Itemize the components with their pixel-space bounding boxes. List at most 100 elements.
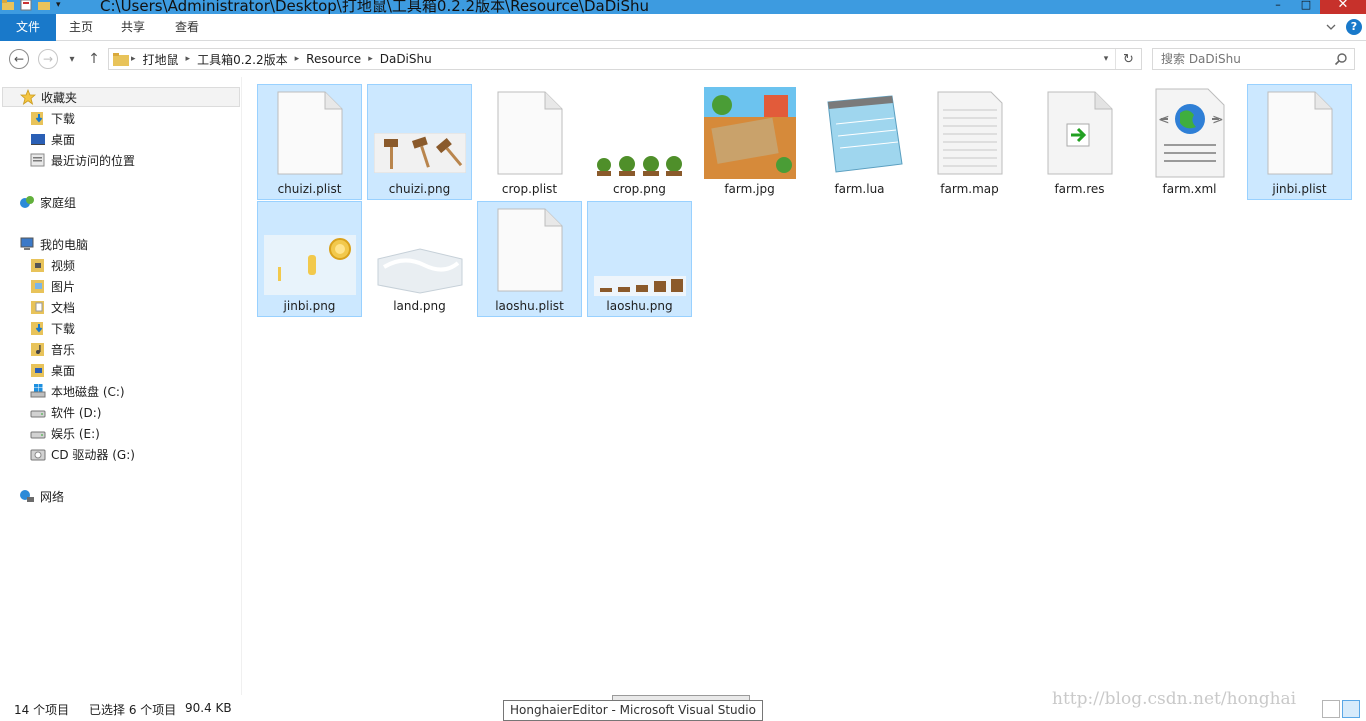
expand-ribbon-icon[interactable]	[1324, 20, 1338, 34]
window-title: C:\Users\Administrator\Desktop\打地鼠\工具箱0.…	[100, 0, 649, 14]
file-name: farm.lua	[834, 182, 885, 196]
svg-text:>: >	[1212, 112, 1224, 128]
tab-file[interactable]: 文件	[0, 14, 56, 41]
recent-places-icon	[30, 153, 45, 167]
file-tile[interactable]: chuizi.png	[367, 84, 472, 200]
sidebar-item-drive-c[interactable]: 本地磁盘 (C:)	[30, 381, 125, 401]
tab-share[interactable]: 共享	[108, 14, 158, 41]
file-view: chuizi.plist chuizi.png crop.plist crop.…	[243, 77, 1366, 695]
address-bar[interactable]: ▸ 打地鼠 ▸ 工具箱0.2.2版本 ▸ Resource ▸ DaDiShu …	[108, 48, 1142, 70]
file-tile[interactable]: chuizi.plist	[257, 84, 362, 200]
window-controls: – □ ✕	[1264, 0, 1366, 14]
breadcrumb-item[interactable]: Resource	[301, 52, 366, 66]
tab-view[interactable]: 查看	[162, 14, 212, 41]
taskbar-tooltip: HonghaierEditor - Microsoft Visual Studi…	[503, 700, 763, 721]
up-button[interactable]: ↑	[87, 49, 101, 69]
file-tile[interactable]: farm.jpg	[697, 84, 802, 200]
folder-icon[interactable]	[2, 0, 14, 11]
back-button[interactable]: ←	[9, 49, 29, 69]
file-tile[interactable]: jinbi.png	[257, 201, 362, 317]
selection-size: 90.4 KB	[185, 701, 232, 715]
file-name: farm.res	[1054, 182, 1105, 196]
network-icon	[20, 490, 34, 502]
blank-file-icon	[1248, 87, 1351, 179]
forward-button[interactable]: →	[38, 49, 58, 69]
properties-icon[interactable]	[20, 0, 32, 11]
sidebar-item-videos[interactable]: 视频	[30, 255, 75, 275]
sidebar-item-homegroup[interactable]: 家庭组	[19, 192, 76, 212]
file-name: chuizi.plist	[277, 182, 342, 196]
large-icons-view-icon[interactable]	[1342, 700, 1360, 718]
farm-image-icon	[698, 87, 801, 179]
sidebar-item-desktop[interactable]: 桌面	[30, 129, 75, 149]
file-name: laoshu.plist	[495, 299, 564, 313]
new-folder-icon[interactable]	[38, 0, 50, 11]
sidebar-item-downloads[interactable]: 下载	[30, 108, 75, 128]
file-name: farm.xml	[1162, 182, 1217, 196]
svg-text:<: <	[1158, 112, 1170, 128]
watermark: http://blog.csdn.net/honghai	[1052, 689, 1297, 709]
search-input[interactable]	[1153, 49, 1328, 69]
sidebar-item-label: CD 驱动器 (G:)	[51, 447, 135, 462]
sidebar-item-label: 家庭组	[40, 195, 77, 210]
breadcrumb-separator-icon[interactable]: ▸	[129, 54, 138, 64]
item-count: 14 个项目	[14, 703, 70, 717]
sidebar-item-computer[interactable]: 我的电脑	[19, 234, 88, 254]
sidebar-item-favorites[interactable]: 收藏夹	[2, 87, 240, 107]
sidebar-item-drive-d[interactable]: 软件 (D:)	[30, 402, 101, 422]
help-button[interactable]: ?	[1346, 19, 1362, 35]
sidebar-item-label: 图片	[51, 279, 76, 294]
sidebar-item-recent-places[interactable]: 最近访问的位置	[30, 150, 135, 170]
tab-home[interactable]: 主页	[56, 14, 106, 41]
breadcrumb-item[interactable]: DaDiShu	[375, 52, 437, 66]
recent-locations-button[interactable]: ▾	[65, 49, 79, 69]
file-tile[interactable]: farm.res	[1027, 84, 1132, 200]
text-file-icon	[918, 87, 1021, 179]
search-box	[1152, 48, 1355, 70]
file-name: laoshu.png	[606, 299, 673, 313]
sidebar-item-downloads-2[interactable]: 下载	[30, 318, 75, 338]
blank-file-icon	[478, 87, 581, 179]
breadcrumb-item[interactable]: 工具箱0.2.2版本	[192, 51, 293, 68]
sidebar-item-label: 收藏夹	[41, 90, 78, 105]
breadcrumb-item[interactable]: 打地鼠	[138, 51, 184, 68]
maximize-button[interactable]: □	[1292, 0, 1320, 14]
minimize-button[interactable]: –	[1264, 0, 1292, 14]
breadcrumb-separator-icon[interactable]: ▸	[366, 54, 375, 64]
sidebar-item-documents[interactable]: 文档	[30, 297, 75, 317]
coin-sprites-icon	[258, 204, 361, 296]
file-tile[interactable]: crop.plist	[477, 84, 582, 200]
sidebar-item-desktop-2[interactable]: 桌面	[30, 360, 75, 380]
sidebar-item-label: 本地磁盘 (C:)	[51, 384, 125, 399]
blank-file-icon	[258, 87, 361, 179]
file-tile[interactable]: < > farm.xml	[1137, 84, 1242, 200]
sidebar-item-drive-g[interactable]: CD 驱动器 (G:)	[30, 444, 135, 464]
customize-qa-icon[interactable]: ▾	[56, 0, 61, 10]
breadcrumb: ▸ 打地鼠 ▸ 工具箱0.2.2版本 ▸ Resource ▸ DaDiShu	[109, 49, 437, 69]
file-tile[interactable]: jinbi.plist	[1247, 84, 1352, 200]
xml-globe-icon: < >	[1138, 87, 1241, 179]
address-dropdown-button[interactable]: ▾	[1099, 49, 1113, 69]
sidebar-item-network[interactable]: 网络	[19, 486, 64, 506]
file-tile[interactable]: farm.map	[917, 84, 1022, 200]
sidebar-item-pictures[interactable]: 图片	[30, 276, 75, 296]
close-button[interactable]: ✕	[1320, 0, 1366, 14]
file-name: jinbi.png	[283, 299, 336, 313]
file-tile[interactable]: farm.lua	[807, 84, 912, 200]
file-tile[interactable]: crop.png	[587, 84, 692, 200]
file-tile[interactable]: laoshu.png	[587, 201, 692, 317]
breadcrumb-separator-icon[interactable]: ▸	[293, 54, 302, 64]
file-tile[interactable]: land.png	[367, 201, 472, 317]
search-icon[interactable]	[1334, 52, 1348, 66]
blank-file-icon	[478, 204, 581, 296]
sidebar-item-drive-e[interactable]: 娱乐 (E:)	[30, 423, 100, 443]
details-view-icon[interactable]	[1322, 700, 1340, 718]
refresh-button[interactable]: ↻	[1115, 49, 1141, 69]
title-bar: ▾ C:\Users\Administrator\Desktop\打地鼠\工具箱…	[0, 0, 1366, 14]
downloads-folder-icon	[31, 112, 43, 125]
file-name: farm.jpg	[724, 182, 775, 196]
file-tile[interactable]: laoshu.plist	[477, 201, 582, 317]
sidebar-item-music[interactable]: 音乐	[30, 339, 75, 359]
breadcrumb-separator-icon[interactable]: ▸	[184, 54, 193, 64]
homegroup-icon	[20, 196, 34, 208]
